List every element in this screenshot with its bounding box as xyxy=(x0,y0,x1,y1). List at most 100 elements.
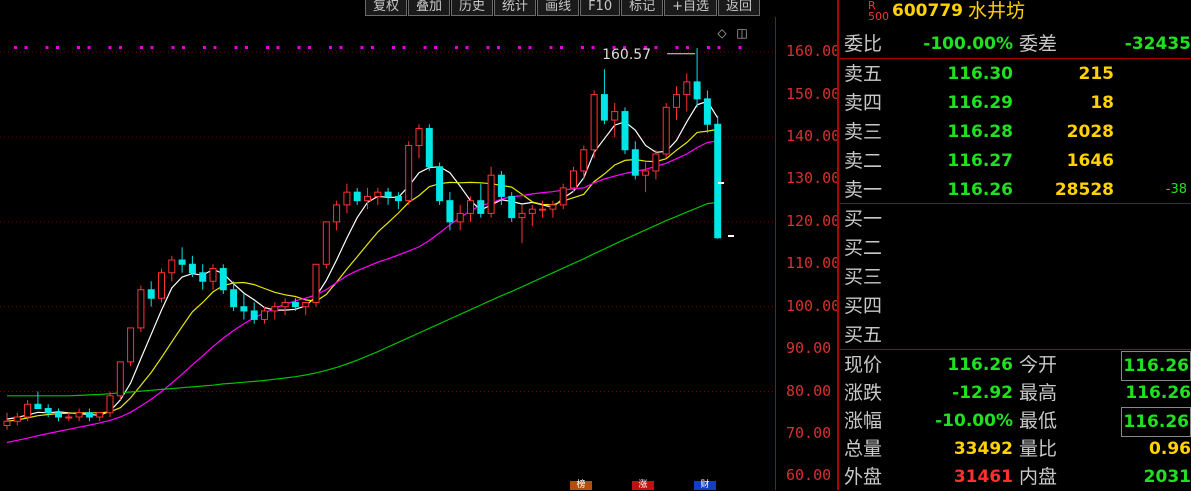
stock-code[interactable]: 600779 xyxy=(892,0,963,22)
signal-marker xyxy=(528,46,532,49)
stat-label: 外盘 xyxy=(844,466,883,488)
candle-body xyxy=(24,403,32,418)
stat-row: 涨跌 -12.92 最高 116.26 xyxy=(840,379,1191,407)
sell-price: 116.27 xyxy=(947,151,1013,171)
ma-line-ma10 xyxy=(6,128,718,422)
buy-level-label: 买四 xyxy=(844,295,883,317)
weibi-label: 委比 xyxy=(844,33,883,55)
signal-marker xyxy=(360,46,364,49)
candle-body xyxy=(65,416,73,419)
scale-marker xyxy=(728,235,734,237)
y-tick-label: 80.00 xyxy=(786,381,832,400)
f10-button[interactable]: F10 xyxy=(580,0,621,16)
signal-marker xyxy=(402,46,406,49)
buy-level-row[interactable]: 买三 xyxy=(840,263,1191,291)
signal-marker xyxy=(203,46,206,49)
candle-body xyxy=(446,200,454,223)
signal-marker xyxy=(308,46,311,49)
ranking-tag[interactable]: 榜 xyxy=(570,481,592,490)
back-button[interactable]: 返回 xyxy=(718,0,761,16)
candle-body xyxy=(456,212,464,223)
y-tick-label: 160.00 xyxy=(786,42,841,61)
candle-body xyxy=(518,212,526,219)
signal-marker xyxy=(686,46,689,49)
signal-marker xyxy=(77,46,80,49)
candle-body xyxy=(425,128,433,168)
stat-row: 现价 116.26 今开 116.26 xyxy=(840,351,1191,381)
sell-volume: 215 xyxy=(1078,64,1115,84)
signal-marker xyxy=(14,46,17,49)
signal-marker xyxy=(339,46,343,49)
sell-level-row[interactable]: 卖四 116.29 18 xyxy=(840,89,1191,117)
mark-button[interactable]: 标记 xyxy=(621,0,664,16)
y-axis-line xyxy=(775,17,776,490)
candle-body xyxy=(673,94,680,108)
candle-body xyxy=(13,416,21,422)
sell-level-row[interactable]: 卖二 116.27 1646 xyxy=(840,147,1191,175)
stat-label: 最高 xyxy=(1019,382,1058,404)
sell-level-row[interactable]: 卖五 116.30 215 xyxy=(840,60,1191,88)
buy-level-row[interactable]: 买二 xyxy=(840,234,1191,262)
candle-body xyxy=(467,200,474,214)
event-tags: 榜 涨 财 xyxy=(570,481,716,490)
y-tick-label: 130.00 xyxy=(786,169,841,188)
fuquan-button[interactable]: 复权 xyxy=(365,0,408,16)
buy-level-label: 买二 xyxy=(844,237,883,259)
add-watchlist-button[interactable]: +自选 xyxy=(664,0,718,16)
sell-level-row[interactable]: 卖三 116.28 2028 xyxy=(840,118,1191,146)
stat-value: -10.00% xyxy=(935,411,1013,431)
signal-marker xyxy=(549,46,553,49)
buy-level-row[interactable]: 买四 xyxy=(840,292,1191,320)
signal-marker xyxy=(497,46,500,49)
candle-body xyxy=(230,289,238,308)
signal-marker xyxy=(486,46,490,49)
signal-marker xyxy=(434,46,437,49)
candle-body xyxy=(394,195,402,202)
signal-marker xyxy=(371,46,374,49)
candle-body xyxy=(590,94,598,151)
price-chart-svg[interactable]: 160.57 xyxy=(0,0,775,490)
signal-marker xyxy=(234,46,238,49)
limit-up-tag[interactable]: 涨 xyxy=(632,481,654,490)
sell-level-row[interactable]: 卖一 116.26 28528 -38 xyxy=(840,176,1191,204)
quote-panel: R 500 600779 水井坊 委比 -100.00% 委差 -32435 卖… xyxy=(840,0,1191,490)
ma-line-ma60 xyxy=(7,201,718,397)
buy-level-label: 买一 xyxy=(844,208,883,230)
candle-body xyxy=(549,204,557,210)
signal-marker xyxy=(87,46,91,49)
draw-line-button[interactable]: 画线 xyxy=(537,0,580,16)
stock-name[interactable]: 水井坊 xyxy=(968,0,1025,22)
sell-level-label: 卖二 xyxy=(844,150,883,172)
candle-body xyxy=(353,191,361,202)
candle-body xyxy=(322,221,330,265)
statistics-button[interactable]: 统计 xyxy=(494,0,537,16)
candle-body xyxy=(570,170,577,189)
window-toggle-icon[interactable]: ◫ xyxy=(736,27,748,39)
diamond-icon[interactable]: ◇ xyxy=(716,27,728,39)
scale-marker xyxy=(718,182,724,184)
stat-value: 116.26 xyxy=(1121,407,1191,437)
signal-marker xyxy=(423,46,427,49)
candle-body xyxy=(343,191,351,206)
buy-level-row[interactable]: 买五 xyxy=(840,321,1191,349)
history-button[interactable]: 历史 xyxy=(451,0,494,16)
candle-body xyxy=(497,174,505,197)
buy-level-row[interactable]: 买一 xyxy=(840,205,1191,233)
buy-level-label: 买五 xyxy=(844,324,883,346)
candle-body xyxy=(55,412,62,418)
signal-marker xyxy=(707,46,710,49)
overlay-button[interactable]: 叠加 xyxy=(408,0,451,16)
candle-body xyxy=(302,301,310,308)
weicha-value: -32435 xyxy=(1124,34,1191,54)
candle-body xyxy=(219,268,227,291)
stat-label: 涨跌 xyxy=(844,382,883,404)
candle-body xyxy=(384,191,392,197)
candle-body xyxy=(96,412,104,418)
kline-chart-area[interactable]: 160.57 复权 叠加 历史 统计 画线 F10 标记 +自选 返回 ◇ ◫ … xyxy=(0,0,840,490)
y-tick-label: 90.00 xyxy=(786,339,832,358)
candle-body xyxy=(714,123,722,239)
y-tick-label: 140.00 xyxy=(786,127,841,146)
signal-marker xyxy=(465,46,469,49)
candle-body xyxy=(158,272,165,299)
finance-tag[interactable]: 财 xyxy=(694,481,716,490)
